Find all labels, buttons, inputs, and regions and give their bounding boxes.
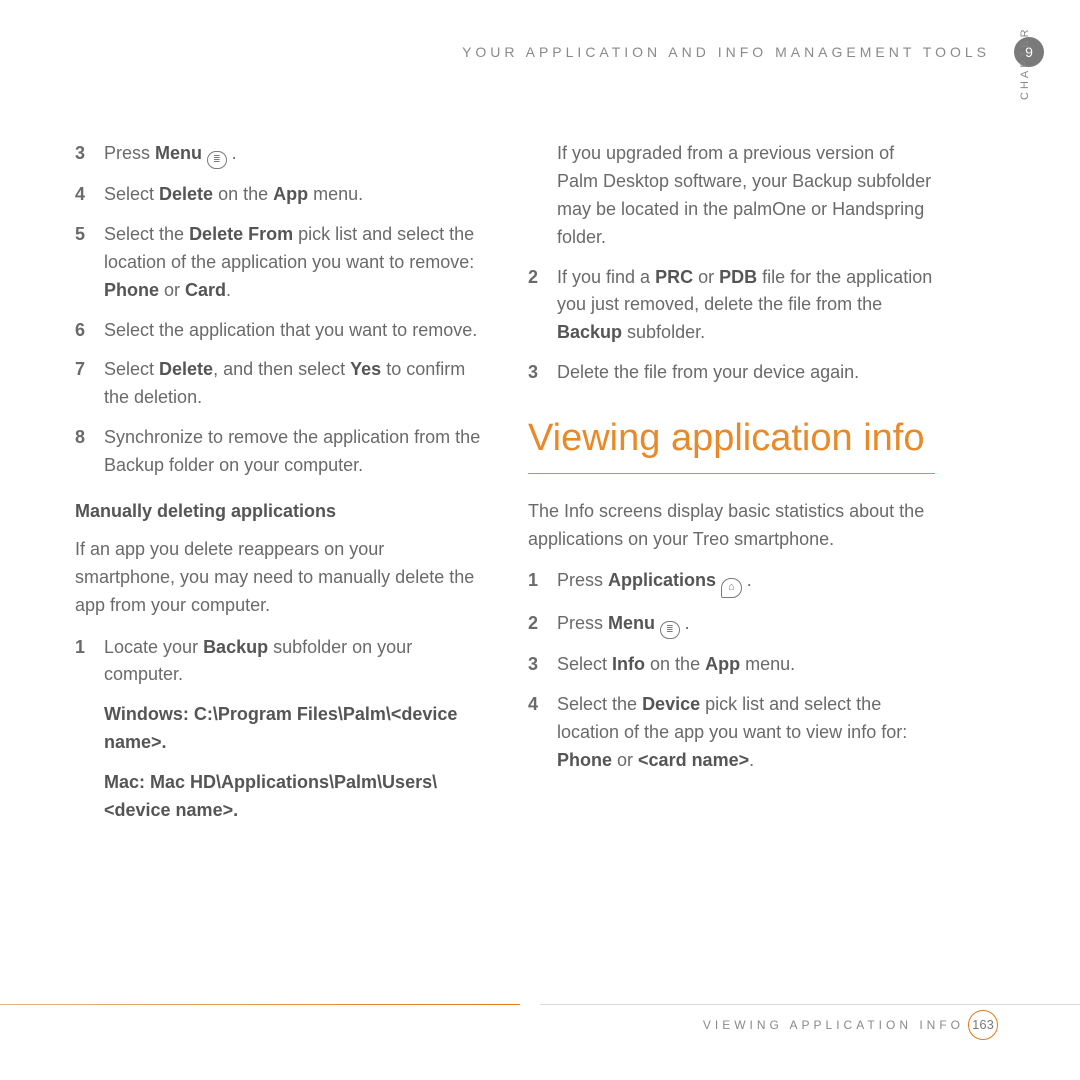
footer-section-name: VIEWING APPLICATION INFO	[703, 1018, 964, 1032]
step-text: Select Delete on the App menu.	[104, 181, 363, 209]
info-intro: The Info screens display basic statistic…	[528, 498, 935, 554]
info-steps-list: 1 Press Applications ⌂ . 2 Press Menu ≣ . 3S…	[528, 567, 935, 775]
step-number: 2	[528, 264, 545, 348]
step-item: 2If you find a PRC or PDB file for the a…	[528, 264, 935, 348]
step-text: Select the Delete From pick list and sel…	[104, 221, 482, 305]
step-number: 4	[528, 691, 545, 775]
menu-key-icon: ≣	[207, 151, 227, 169]
right-column: If you upgraded from a previous version …	[528, 140, 935, 837]
section-heading: Viewing application info	[528, 415, 935, 474]
step-text: Press Menu ≣ .	[557, 610, 690, 639]
step-item: 6 Select the application that you want to…	[75, 317, 482, 345]
step-item: 4 Select Delete on the App menu.	[75, 181, 482, 209]
step-text: Press Menu ≣ .	[104, 140, 237, 169]
step-number: 6	[75, 317, 92, 345]
page-number: 163	[968, 1010, 998, 1040]
step-text: Select Info on the App menu.	[557, 651, 795, 679]
step-item: 4Select the Device pick list and select …	[528, 691, 935, 775]
step-item: 1 Press Applications ⌂ .	[528, 567, 935, 598]
running-head: YOUR APPLICATION AND INFO MANAGEMENT TOO…	[0, 44, 990, 60]
step-text: Delete the file from your device again.	[557, 359, 859, 387]
step-text: Select the Device pick list and select t…	[557, 691, 935, 775]
mac-path: Mac: Mac HD\Applications\Palm\Users\<dev…	[104, 769, 482, 825]
footer-rule	[0, 1004, 1080, 1005]
step-number: 7	[75, 356, 92, 412]
manual-page: YOUR APPLICATION AND INFO MANAGEMENT TOO…	[0, 0, 1080, 1080]
step-number: 3	[75, 140, 92, 169]
chapter-label: CHAPTER	[1019, 26, 1031, 100]
step-number: 3	[528, 651, 545, 679]
manual-delete-heading: Manually deleting applications	[75, 498, 482, 526]
step-item: 7Select Delete, and then select Yes to c…	[75, 356, 482, 412]
left-column: 3 Press Menu ≣ . 4 Select Delete on the App…	[75, 140, 482, 837]
step-item: 3 Select Info on the App menu.	[528, 651, 935, 679]
step-item: 2 Press Menu ≣ .	[528, 610, 935, 639]
step-item: 3 Delete the file from your device again.	[528, 359, 935, 387]
step-number: 8	[75, 424, 92, 480]
manual-delete-intro: If an app you delete reappears on your s…	[75, 536, 482, 620]
step-item: 5Select the Delete From pick list and se…	[75, 221, 482, 305]
step-item: 3 Press Menu ≣ .	[75, 140, 482, 169]
step-text: Synchronize to remove the application fr…	[104, 424, 482, 480]
step-number: 1	[528, 567, 545, 598]
step-number: 1	[75, 634, 92, 690]
backup-note: If you upgraded from a previous version …	[557, 140, 935, 252]
applications-key-icon: ⌂	[721, 578, 742, 598]
step-text: Select the application that you want to …	[104, 317, 477, 345]
menu-key-icon: ≣	[660, 621, 680, 639]
step-text: Select Delete, and then select Yes to co…	[104, 356, 482, 412]
step-text: Locate your Backup subfolder on your com…	[104, 634, 482, 690]
step-number: 4	[75, 181, 92, 209]
step-number: 2	[528, 610, 545, 639]
step-item: 1Locate your Backup subfolder on your co…	[75, 634, 482, 690]
manual-delete-steps: 1Locate your Backup subfolder on your co…	[75, 634, 482, 690]
step-text: Press Applications ⌂ .	[557, 567, 752, 598]
delete-steps-list: 3 Press Menu ≣ . 4 Select Delete on the App…	[75, 140, 482, 480]
manual-delete-steps-cont: 2If you find a PRC or PDB file for the a…	[528, 264, 935, 388]
windows-path: Windows: C:\Program Files\Palm\<device n…	[104, 701, 482, 757]
step-item: 8Synchronize to remove the application f…	[75, 424, 482, 480]
step-number: 3	[528, 359, 545, 387]
step-number: 5	[75, 221, 92, 305]
step-text: If you find a PRC or PDB file for the ap…	[557, 264, 935, 348]
